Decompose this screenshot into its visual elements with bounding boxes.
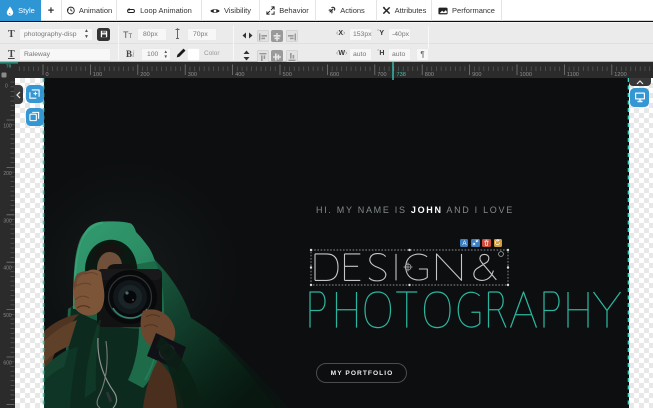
svg-text:400: 400 bbox=[235, 72, 244, 78]
svg-text:0: 0 bbox=[5, 84, 8, 90]
svg-text:1100: 1100 bbox=[567, 72, 579, 78]
svg-text:800: 800 bbox=[425, 72, 434, 78]
svg-text:300: 300 bbox=[3, 218, 12, 224]
svg-text:738: 738 bbox=[397, 72, 406, 78]
svg-text:1200: 1200 bbox=[614, 72, 626, 78]
svg-text:1000: 1000 bbox=[520, 72, 532, 78]
svg-text:400: 400 bbox=[3, 266, 12, 272]
svg-text:100: 100 bbox=[93, 72, 102, 78]
svg-text:200: 200 bbox=[3, 171, 12, 177]
svg-text:600: 600 bbox=[330, 72, 339, 78]
svg-text:100: 100 bbox=[3, 124, 12, 130]
svg-text:500: 500 bbox=[283, 72, 292, 78]
svg-text:300: 300 bbox=[188, 72, 197, 78]
svg-text:600: 600 bbox=[3, 361, 12, 367]
svg-text:500: 500 bbox=[3, 313, 12, 319]
svg-text:78: 78 bbox=[6, 64, 12, 70]
svg-text:700: 700 bbox=[377, 72, 386, 78]
svg-text:900: 900 bbox=[472, 72, 481, 78]
svg-text:200: 200 bbox=[140, 72, 149, 78]
svg-text:0: 0 bbox=[46, 72, 49, 78]
